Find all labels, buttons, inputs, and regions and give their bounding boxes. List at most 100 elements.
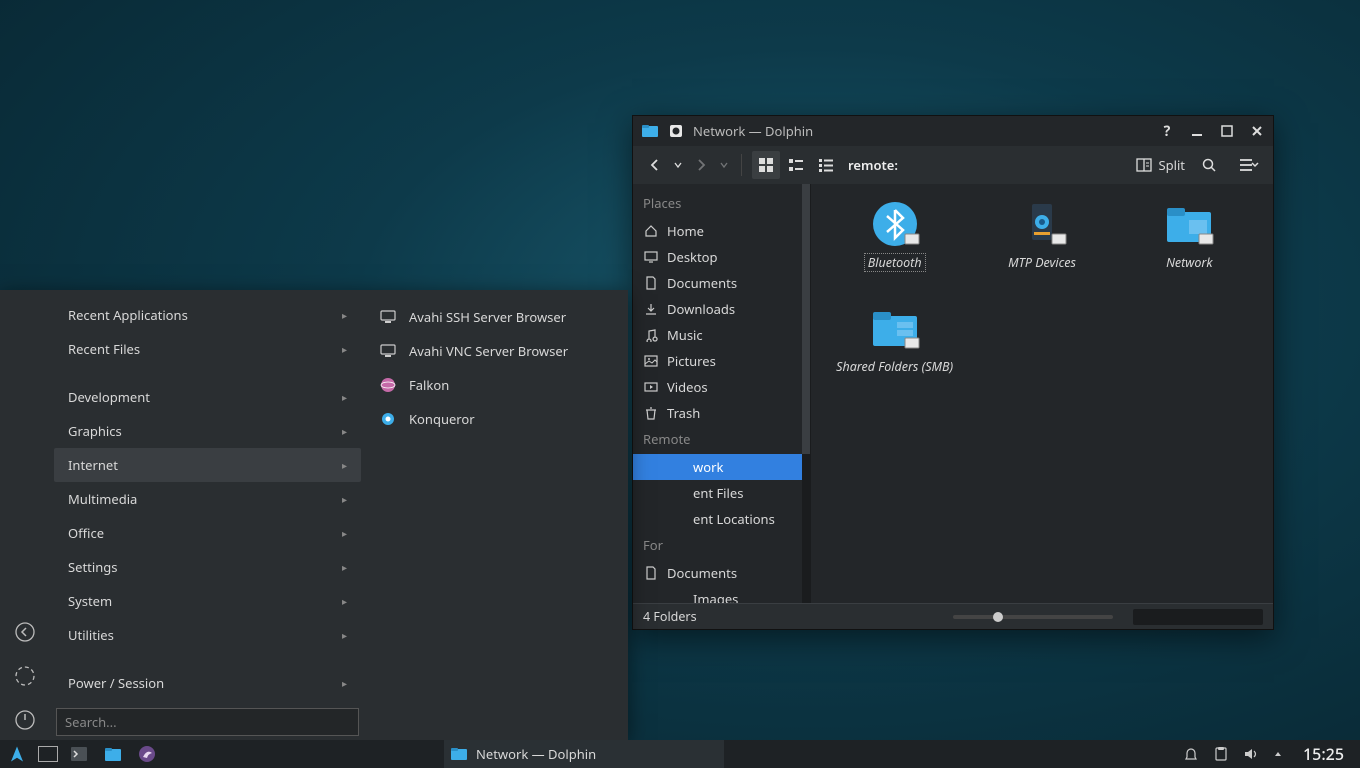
start-menu-button[interactable] xyxy=(0,740,34,768)
places-item-work[interactable]: work xyxy=(633,454,810,480)
category-label: System xyxy=(68,592,112,610)
minimize-button[interactable] xyxy=(1189,123,1205,139)
places-item-documents[interactable]: Documents xyxy=(633,270,810,296)
category-label: Settings xyxy=(68,558,117,576)
refresh-icon[interactable] xyxy=(13,664,37,688)
places-item-ent-locations[interactable]: ent Locations xyxy=(633,506,810,532)
folder-icon xyxy=(641,122,659,140)
places-item-desktop[interactable]: Desktop xyxy=(633,244,810,270)
volume-icon[interactable] xyxy=(1243,746,1259,762)
forward-history-dropdown[interactable] xyxy=(717,151,731,179)
forward-button[interactable] xyxy=(687,151,715,179)
picture-icon xyxy=(643,353,659,369)
status-text: 4 Folders xyxy=(643,608,697,625)
category-label: Utilities xyxy=(68,626,114,644)
back-button[interactable] xyxy=(641,151,669,179)
places-item-images[interactable]: Images xyxy=(633,586,810,603)
submenu-label: Avahi SSH Server Browser xyxy=(409,308,566,326)
system-tray: 15:25 xyxy=(1183,740,1360,768)
submenu-item-avahi-vnc-server-browser[interactable]: Avahi VNC Server Browser xyxy=(369,334,624,368)
category-internet[interactable]: Internet▸ xyxy=(54,448,361,482)
clock[interactable]: 15:25 xyxy=(1297,743,1350,765)
category-system[interactable]: System▸ xyxy=(54,584,361,618)
category-utilities[interactable]: Utilities▸ xyxy=(54,618,361,652)
category-multimedia[interactable]: Multimedia▸ xyxy=(54,482,361,516)
virtual-desktop-pager[interactable] xyxy=(38,746,58,762)
tray-expand-icon[interactable] xyxy=(1273,749,1283,759)
places-item-documents[interactable]: Documents xyxy=(633,560,810,586)
category-office[interactable]: Office▸ xyxy=(54,516,361,550)
file-label: Bluetooth xyxy=(865,254,925,271)
category-graphics[interactable]: Graphics▸ xyxy=(54,414,361,448)
file-label: Shared Folders (SMB) xyxy=(836,358,953,375)
category-label: Power / Session xyxy=(68,674,164,692)
places-label: Documents xyxy=(667,274,737,292)
clipboard-icon[interactable] xyxy=(1213,746,1229,762)
split-view-button[interactable]: Split xyxy=(1136,156,1185,174)
chevron-right-icon: ▸ xyxy=(342,492,347,506)
submenu-item-falkon[interactable]: Falkon xyxy=(369,368,624,402)
chevron-right-icon: ▸ xyxy=(342,342,347,356)
file-item-shared-folders-smb-[interactable]: Shared Folders (SMB) xyxy=(821,304,968,404)
document-icon xyxy=(643,565,659,581)
zoom-slider[interactable] xyxy=(953,615,1113,619)
category-development[interactable]: Development▸ xyxy=(54,380,361,414)
help-button[interactable]: ? xyxy=(1159,123,1175,139)
taskbar-entry-dolphin[interactable]: Network — Dolphin xyxy=(444,740,724,768)
places-label: Pictures xyxy=(667,352,716,370)
app-badge-icon xyxy=(667,122,685,140)
places-label: ent Files xyxy=(693,484,743,502)
places-item-trash[interactable]: Trash xyxy=(633,400,810,426)
split-label: Split xyxy=(1158,156,1185,174)
file-label: Network xyxy=(1166,254,1212,271)
compact-view-button[interactable] xyxy=(782,151,810,179)
places-header: Remote xyxy=(633,426,810,454)
places-item-home[interactable]: Home xyxy=(633,218,810,244)
address-bar[interactable]: remote: xyxy=(848,156,898,174)
power-icon[interactable] xyxy=(13,708,37,732)
category-recent-files[interactable]: Recent Files ▸ xyxy=(54,332,361,366)
back-icon[interactable] xyxy=(13,620,37,644)
search-input[interactable] xyxy=(56,708,359,736)
notifications-icon[interactable] xyxy=(1183,746,1199,762)
search-button[interactable] xyxy=(1195,151,1223,179)
video-icon xyxy=(643,379,659,395)
hamburger-menu-button[interactable] xyxy=(1233,151,1265,179)
file-item-network[interactable]: Network xyxy=(1116,200,1263,300)
dolphin-window: Network — Dolphin ? remote: Split xyxy=(632,115,1274,630)
details-view-button[interactable] xyxy=(812,151,840,179)
category-label: Office xyxy=(68,524,104,542)
places-item-music[interactable]: Music xyxy=(633,322,810,348)
places-item-pictures[interactable]: Pictures xyxy=(633,348,810,374)
category-label: Recent Files xyxy=(68,340,140,358)
category-settings[interactable]: Settings▸ xyxy=(54,550,361,584)
submenu-item-avahi-ssh-server-browser[interactable]: Avahi SSH Server Browser xyxy=(369,300,624,334)
mtp-icon xyxy=(1014,200,1070,248)
places-label: Downloads xyxy=(667,300,735,318)
pinned-dolphin-icon[interactable] xyxy=(96,740,130,768)
submenu-item-konqueror[interactable]: Konqueror xyxy=(369,402,624,436)
maximize-button[interactable] xyxy=(1219,123,1235,139)
places-item-ent-files[interactable]: ent Files xyxy=(633,480,810,506)
file-view[interactable]: Bluetooth MTP Devices Network Shared Folder… xyxy=(811,184,1273,603)
category-label: Internet xyxy=(68,456,118,474)
close-button[interactable] xyxy=(1249,123,1265,139)
file-item-mtp-devices[interactable]: MTP Devices xyxy=(968,200,1115,300)
category-power-session[interactable]: Power / Session▸ xyxy=(54,666,361,700)
taskbar-entry-label: Network — Dolphin xyxy=(476,745,596,763)
icons-view-button[interactable] xyxy=(752,151,780,179)
places-item-videos[interactable]: Videos xyxy=(633,374,810,400)
zoom-preview-area xyxy=(1133,609,1263,625)
pinned-falkon-icon[interactable] xyxy=(130,740,164,768)
places-scrollbar[interactable] xyxy=(802,184,810,603)
toolbar: remote: Split xyxy=(633,146,1273,184)
category-recent-applications[interactable]: Recent Applications▸ xyxy=(54,298,361,332)
launcher-favorites-strip xyxy=(0,290,50,740)
places-item-downloads[interactable]: Downloads xyxy=(633,296,810,322)
titlebar[interactable]: Network — Dolphin ? xyxy=(633,116,1273,146)
places-label: Music xyxy=(667,326,703,344)
places-header: For xyxy=(633,532,810,560)
file-item-bluetooth[interactable]: Bluetooth xyxy=(821,200,968,300)
back-history-dropdown[interactable] xyxy=(671,151,685,179)
pinned-konsole-icon[interactable] xyxy=(62,740,96,768)
